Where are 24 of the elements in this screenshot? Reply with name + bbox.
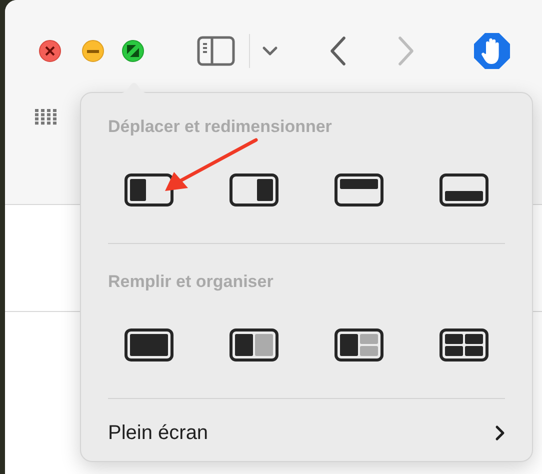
quarters-layout-icon <box>439 328 489 362</box>
content-blocker-button[interactable] <box>472 31 512 71</box>
close-icon <box>45 46 55 56</box>
left-and-quarters-layout-icon <box>334 328 384 362</box>
close-button[interactable] <box>39 40 61 62</box>
stop-hand-icon <box>473 32 511 70</box>
zoom-button[interactable] <box>122 40 144 62</box>
halves-layout-icon <box>229 328 279 362</box>
bottom-half-layout-icon <box>439 173 489 207</box>
top-half-layout-icon <box>334 173 384 207</box>
chevron-down-icon <box>262 46 278 56</box>
fullscreen-menu-item[interactable]: Plein écran <box>108 398 505 445</box>
section-heading: Déplacer et redimensionner <box>108 117 333 137</box>
minimize-button[interactable] <box>82 40 104 62</box>
apps-grid-icon <box>35 109 57 125</box>
left-half-layout-icon <box>124 173 174 207</box>
sidebar-icon <box>197 36 235 66</box>
menu-item-label: Plein écran <box>108 421 208 445</box>
minimize-icon <box>87 50 99 52</box>
section-heading: Remplir et organiser <box>108 272 274 292</box>
fullscreen-icon <box>127 45 139 57</box>
full-layout-icon <box>124 328 174 362</box>
sidebar-toggle-button[interactable] <box>196 35 236 67</box>
right-half-layout-icon <box>229 173 279 207</box>
